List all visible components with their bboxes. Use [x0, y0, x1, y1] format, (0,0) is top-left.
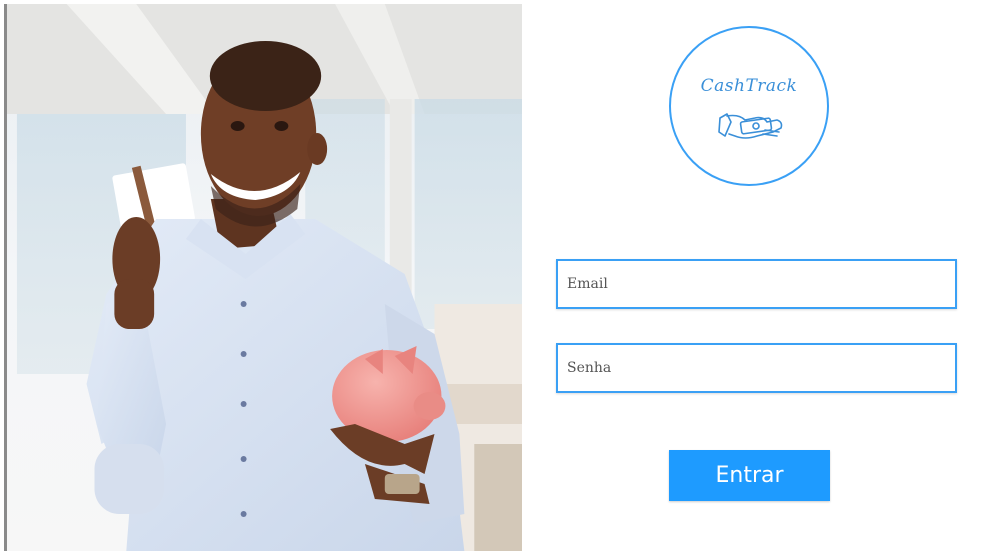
password-input[interactable] [558, 345, 955, 391]
hero-image [4, 4, 522, 551]
password-field-container [556, 343, 957, 393]
brand-logo: CashTrack [669, 26, 829, 186]
money-hand-icon [718, 113, 783, 139]
login-button[interactable]: Entrar [669, 450, 830, 501]
login-page: CashTrack Entrar [0, 0, 986, 551]
email-field-container [556, 259, 957, 309]
brand-name: CashTrack [700, 76, 798, 96]
hero-photo-illustration [7, 4, 522, 551]
email-input[interactable] [558, 261, 955, 307]
